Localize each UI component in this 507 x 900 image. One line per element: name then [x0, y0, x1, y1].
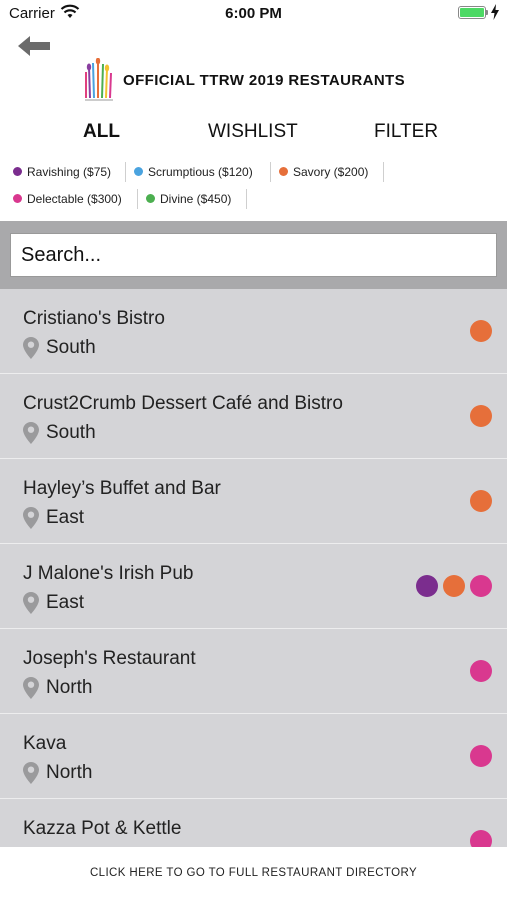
tab-all[interactable]: ALL	[83, 121, 120, 143]
battery-icon	[458, 6, 486, 19]
back-arrow-icon[interactable]	[14, 32, 54, 60]
search-bar	[0, 221, 507, 289]
restaurant-region: South	[46, 422, 96, 443]
status-bar: Carrier 6:00 PM	[0, 0, 507, 28]
location-pin-icon	[23, 422, 39, 444]
price-tier-dots	[470, 745, 492, 767]
legend-label: Scrumptious ($120)	[148, 165, 253, 179]
legend-item-delectable: Delectable ($300)	[13, 192, 122, 206]
legend-divider	[270, 162, 271, 182]
restaurant-region: North	[46, 677, 93, 698]
restaurant-region: North	[46, 762, 93, 783]
restaurant-name: Hayley’s Buffet and Bar	[23, 478, 221, 499]
restaurant-name: Cristiano's Bistro	[23, 308, 165, 329]
legend-divider	[246, 189, 247, 209]
legend-divider	[383, 162, 384, 182]
price-tier-dots	[470, 405, 492, 427]
price-tier-dot	[470, 745, 492, 767]
price-tier-dot	[443, 575, 465, 597]
location-pin-icon	[23, 337, 39, 359]
legend-item-ravishing: Ravishing ($75)	[13, 165, 111, 179]
price-tier-dot	[470, 575, 492, 597]
restaurant-row[interactable]: J Malone's Irish Pub East	[0, 544, 507, 629]
price-tier-dot	[470, 405, 492, 427]
price-tier-dot	[470, 320, 492, 342]
location-pin-icon	[23, 507, 39, 529]
legend-item-scrumptious: Scrumptious ($120)	[134, 165, 253, 179]
restaurant-list[interactable]: Cristiano's Bistro South Crust2Crumb Desse…	[0, 289, 507, 847]
legend-divider	[137, 189, 138, 209]
ttrw-logo-icon	[85, 58, 113, 101]
legend-label: Ravishing ($75)	[27, 165, 112, 179]
price-tier-dot	[470, 490, 492, 512]
restaurant-name: Kava	[23, 733, 67, 754]
legend-label: Divine ($450)	[160, 192, 232, 206]
price-tier-dots	[416, 575, 492, 597]
restaurant-row[interactable]: Joseph's Restaurant North	[0, 629, 507, 714]
restaurant-name: Crust2Crumb Dessert Café and Bistro	[23, 393, 343, 414]
legend-dot	[13, 194, 22, 203]
page-title: OFFICIAL TTRW 2019 RESTAURANTS	[123, 72, 406, 89]
restaurant-row[interactable]: Kazza Pot & Kettle	[0, 799, 507, 847]
charging-icon	[491, 4, 499, 20]
price-tier-dot	[416, 575, 438, 597]
legend-dot	[279, 167, 288, 176]
legend-item-divine: Divine ($450)	[146, 192, 231, 206]
price-tier-dots	[470, 830, 492, 847]
full-directory-link[interactable]: CLICK HERE TO GO TO FULL RESTAURANT DIRE…	[0, 847, 507, 900]
price-tier-dots	[470, 490, 492, 512]
clock: 6:00 PM	[225, 5, 282, 22]
restaurant-region: East	[46, 507, 85, 528]
search-input[interactable]	[10, 233, 497, 277]
price-tier-dots	[470, 320, 492, 342]
tab-wishlist[interactable]: WISHLIST	[208, 121, 298, 143]
restaurant-row[interactable]: Hayley’s Buffet and Bar East	[0, 459, 507, 544]
price-tier-dots	[470, 660, 492, 682]
price-tier-dot	[470, 660, 492, 682]
tab-filter[interactable]: FILTER	[374, 121, 438, 143]
location-pin-icon	[23, 592, 39, 614]
legend-label: Savory ($200)	[293, 165, 369, 179]
location-pin-icon	[23, 762, 39, 784]
restaurant-name: Kazza Pot & Kettle	[23, 818, 182, 839]
restaurant-row[interactable]: Kava North	[0, 714, 507, 799]
legend-divider	[125, 162, 126, 182]
legend-dot	[13, 167, 22, 176]
legend-dot	[146, 194, 155, 203]
restaurant-region: South	[46, 337, 96, 358]
legend-label: Delectable ($300)	[27, 192, 122, 206]
legend-dot	[134, 167, 143, 176]
restaurant-region: East	[46, 592, 85, 613]
battery-tip	[486, 10, 488, 15]
restaurant-row[interactable]: Cristiano's Bistro South	[0, 289, 507, 374]
restaurant-row[interactable]: Crust2Crumb Dessert Café and Bistro South	[0, 374, 507, 459]
restaurant-name: Joseph's Restaurant	[23, 648, 196, 669]
restaurant-name: J Malone's Irish Pub	[23, 563, 194, 584]
price-tier-dot	[470, 830, 492, 847]
legend-item-savory: Savory ($200)	[279, 165, 368, 179]
location-pin-icon	[23, 677, 39, 699]
